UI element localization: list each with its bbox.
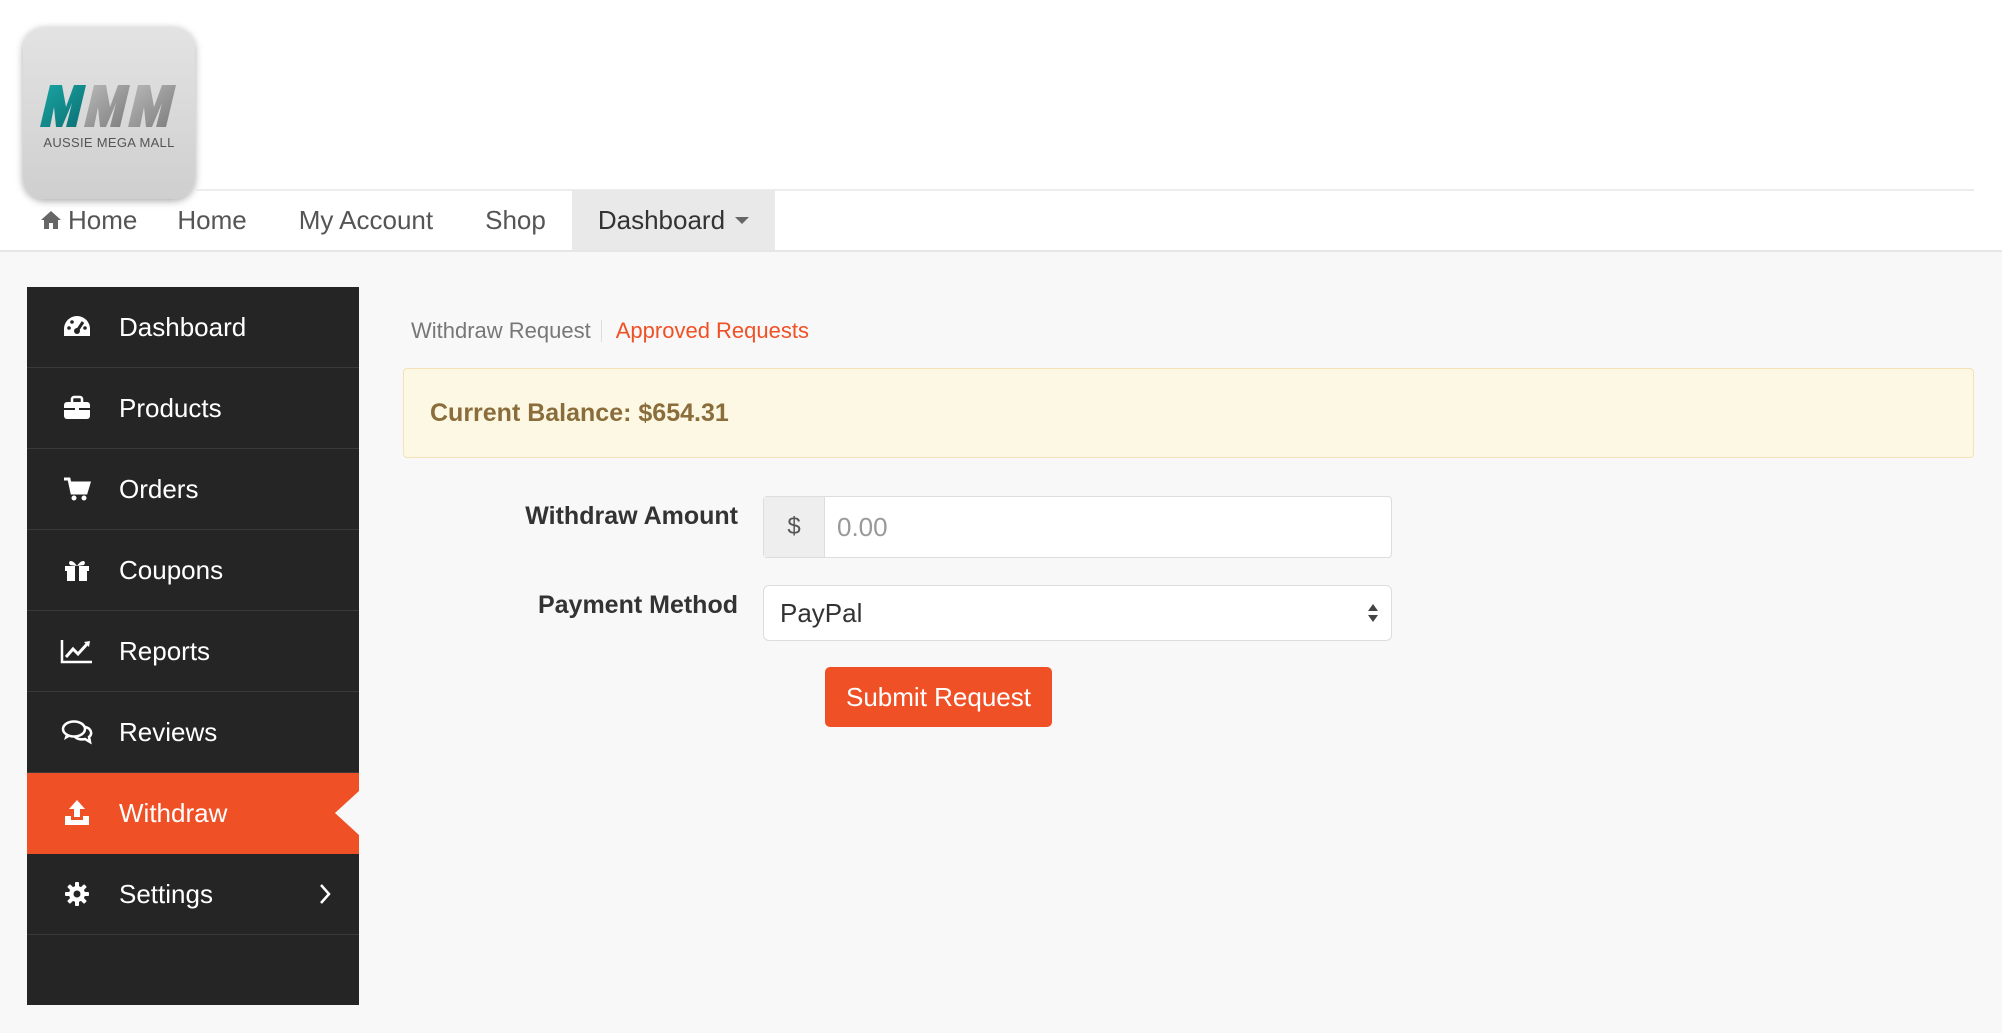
- dashboard-icon: [57, 314, 97, 340]
- cart-icon: [57, 476, 97, 502]
- sidebar-item-reviews[interactable]: Reviews: [27, 692, 359, 773]
- nav-home-icon-label: Home: [68, 204, 138, 235]
- nav-home[interactable]: Home: [151, 190, 272, 250]
- sidebar-item-coupons[interactable]: Coupons: [27, 530, 359, 611]
- submit-request-button[interactable]: Submit Request: [825, 667, 1052, 727]
- home-icon: [41, 211, 61, 229]
- logo-text: AUSSIE MEGA MALL: [43, 134, 175, 150]
- payment-method-value: PayPal: [780, 597, 863, 628]
- sidebar-item-products[interactable]: Products: [27, 368, 359, 449]
- top-navbar: Home Home My Account Shop Dashboard: [28, 190, 1974, 250]
- withdraw-subnav: Withdraw Request Approved Requests: [411, 318, 809, 344]
- withdraw-amount-group: $: [763, 496, 1392, 558]
- sidebar-item-label: Products: [119, 392, 222, 423]
- nav-dashboard-dropdown[interactable]: Dashboard: [571, 190, 776, 250]
- current-balance-text: Current Balance: $654.31: [430, 398, 729, 427]
- sidebar-item-label: Reviews: [119, 716, 218, 747]
- logo-mark-icon: [40, 84, 176, 127]
- sidebar-item-reports[interactable]: Reports: [27, 611, 359, 692]
- gear-icon: [57, 880, 97, 908]
- comments-icon: [57, 719, 97, 745]
- payment-method-label: Payment Method: [537, 591, 738, 619]
- withdraw-amount-label: Withdraw Amount: [525, 502, 738, 530]
- nav-shop[interactable]: Shop: [459, 190, 572, 250]
- sidebar-item-orders[interactable]: Orders: [27, 449, 359, 530]
- caret-down-icon: [735, 216, 750, 224]
- nav-home-icon-link[interactable]: Home: [28, 190, 151, 250]
- nav-my-account[interactable]: My Account: [273, 190, 459, 250]
- sidebar-item-withdraw[interactable]: Withdraw: [27, 773, 359, 854]
- subnav-separator: [600, 320, 602, 342]
- sidebar-item-label: Withdraw: [119, 797, 228, 828]
- sidebar-item-dashboard[interactable]: Dashboard: [27, 287, 359, 368]
- site-logo[interactable]: AUSSIE MEGA MALL: [23, 27, 195, 199]
- dashboard-sidebar: Dashboard Products Orders Coupons Report…: [27, 287, 359, 1005]
- sidebar-item-label: Reports: [119, 635, 211, 666]
- select-arrows-icon: [1368, 604, 1378, 622]
- currency-addon: $: [764, 497, 825, 557]
- sidebar-item-label: Settings: [119, 878, 213, 909]
- tab-approved-requests[interactable]: Approved Requests: [616, 318, 809, 344]
- withdraw-amount-input[interactable]: [825, 497, 1391, 557]
- chevron-right-icon: [320, 884, 331, 904]
- tab-withdraw-request[interactable]: Withdraw Request: [411, 318, 591, 344]
- nav-dashboard-label: Dashboard: [597, 204, 726, 235]
- sidebar-item-settings[interactable]: Settings: [27, 854, 359, 935]
- line-chart-icon: [57, 638, 97, 664]
- briefcase-icon: [57, 395, 97, 421]
- upload-icon: [57, 799, 97, 827]
- payment-method-select[interactable]: PayPal: [763, 585, 1392, 641]
- sidebar-item-label: Orders: [119, 473, 199, 504]
- balance-alert: Current Balance: $654.31: [403, 368, 1974, 458]
- sidebar-item-label: Coupons: [119, 554, 224, 585]
- sidebar-item-label: Dashboard: [119, 311, 247, 342]
- gift-icon: [57, 557, 97, 583]
